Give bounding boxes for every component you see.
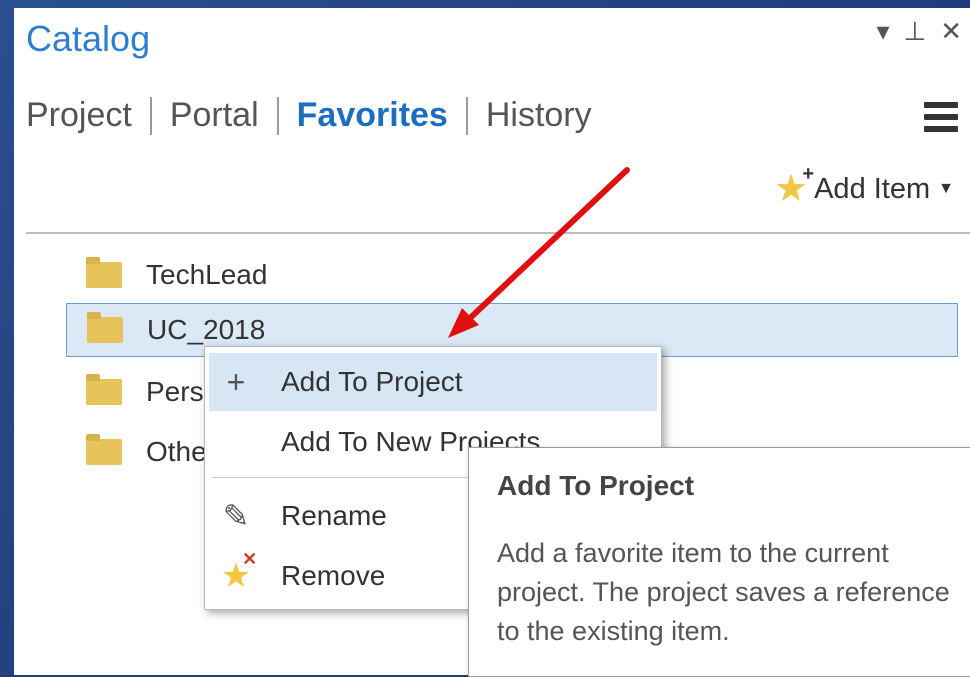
plus-icon: + (226, 363, 246, 400)
tab-favorites[interactable]: Favorites (297, 96, 448, 135)
tree-item-label: Othe (146, 436, 207, 467)
tree-item-techlead[interactable]: TechLead (66, 249, 267, 301)
tree-item-label: Pers (146, 376, 204, 407)
folder-icon (86, 257, 122, 288)
tab-project[interactable]: Project (26, 96, 132, 135)
tooltip: Add To Project Add a favorite item to th… (468, 447, 970, 677)
tooltip-title: Add To Project (497, 470, 695, 501)
tree-item-personal[interactable]: Pers (66, 366, 204, 418)
pin-icon[interactable]: ⊥ (904, 16, 927, 47)
pane-title: Catalog (26, 18, 151, 59)
tab-portal[interactable]: Portal (170, 96, 259, 135)
folder-icon (86, 374, 122, 405)
menu-item-label: Add To Project (281, 366, 463, 397)
folder-icon (87, 312, 123, 343)
window-frame: Catalog ▾ ⊥ ✕ Project Portal Favorites H… (0, 0, 970, 677)
add-item-button[interactable]: ★ + Add Item ▼ (774, 163, 954, 210)
tab-separator (465, 96, 468, 135)
window-controls: ▾ ⊥ ✕ (876, 16, 962, 47)
tab-separator (149, 96, 152, 135)
tab-history[interactable]: History (486, 96, 592, 135)
divider (26, 232, 970, 234)
add-favorite-star-icon: ★ + (774, 163, 815, 210)
tree-item-label: TechLead (146, 259, 268, 290)
catalog-pane: Catalog ▾ ⊥ ✕ Project Portal Favorites H… (14, 8, 970, 677)
add-item-label: Add Item (814, 172, 931, 205)
dropdown-menu-icon[interactable]: ▾ (876, 16, 889, 47)
hamburger-menu-icon[interactable] (924, 102, 958, 132)
tree-item-other[interactable]: Othe (66, 426, 207, 478)
menu-item-label: Remove (281, 560, 386, 591)
tree-item-label: UC_2018 (147, 314, 266, 345)
menu-item-add-to-project[interactable]: + Add To Project (209, 353, 657, 411)
menu-item-label: Rename (281, 500, 387, 531)
catalog-tabs: Project Portal Favorites History (26, 96, 592, 135)
pencil-icon: ✎ (222, 498, 250, 534)
close-icon[interactable]: ✕ (940, 16, 962, 47)
tab-separator (276, 96, 279, 135)
folder-icon (86, 434, 122, 465)
remove-favorite-icon: ★ ✕ (220, 549, 258, 595)
tooltip-body: Add a favorite item to the current proje… (497, 538, 950, 646)
caret-down-icon: ▼ (938, 180, 954, 197)
